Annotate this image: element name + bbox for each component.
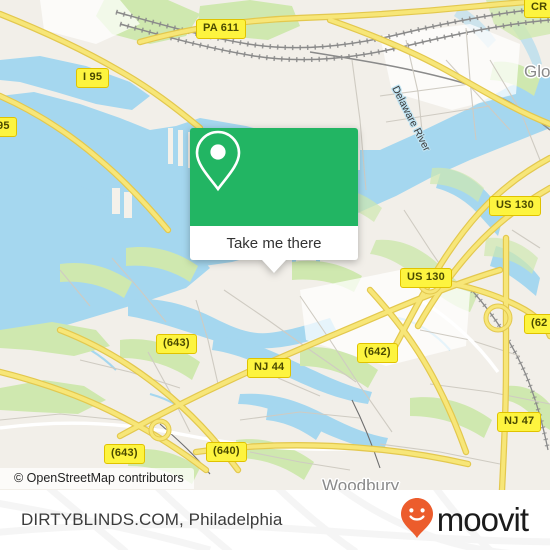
road-shield: CR <box>524 0 550 18</box>
footer-bar: DIRTYBLINDS.COM, Philadelphia moovit <box>0 490 550 550</box>
take-me-there-button[interactable]: Take me there <box>190 226 358 260</box>
road-shield: PA 611 <box>196 19 247 39</box>
popup-header <box>190 128 358 226</box>
road-shield: US 130 <box>400 268 452 288</box>
place-label-woodbury: Woodbury <box>322 476 400 490</box>
take-me-there-popup[interactable]: Take me there <box>190 128 358 273</box>
road-shield: I 95 <box>76 68 110 88</box>
popup-pointer-tail <box>262 260 286 273</box>
moovit-brand[interactable]: moovit <box>400 490 529 550</box>
road-shield: (643) <box>156 334 197 354</box>
osm-attribution[interactable]: © OpenStreetMap contributors <box>0 468 194 489</box>
screenshot-root: I 95 PA 611 95 CR US 130 US 130 (62 (643… <box>0 0 550 550</box>
road-shield: NJ 47 <box>497 412 542 432</box>
moovit-wordmark: moovit <box>436 500 529 538</box>
place-label-gloucester: Glo <box>524 62 550 81</box>
road-shield: (640) <box>206 442 247 462</box>
map-canvas[interactable]: I 95 PA 611 95 CR US 130 US 130 (62 (643… <box>0 0 550 490</box>
road-shield: US 130 <box>489 196 541 216</box>
road-shield: 95 <box>0 117 17 137</box>
road-shield: (642) <box>357 343 398 363</box>
road-shield: NJ 44 <box>247 358 292 378</box>
road-shield: (643) <box>104 444 145 464</box>
road-shield: (62 <box>524 314 550 334</box>
moovit-pin-smiley-icon <box>400 497 434 544</box>
page-title: DIRTYBLINDS.COM, Philadelphia <box>21 510 283 529</box>
